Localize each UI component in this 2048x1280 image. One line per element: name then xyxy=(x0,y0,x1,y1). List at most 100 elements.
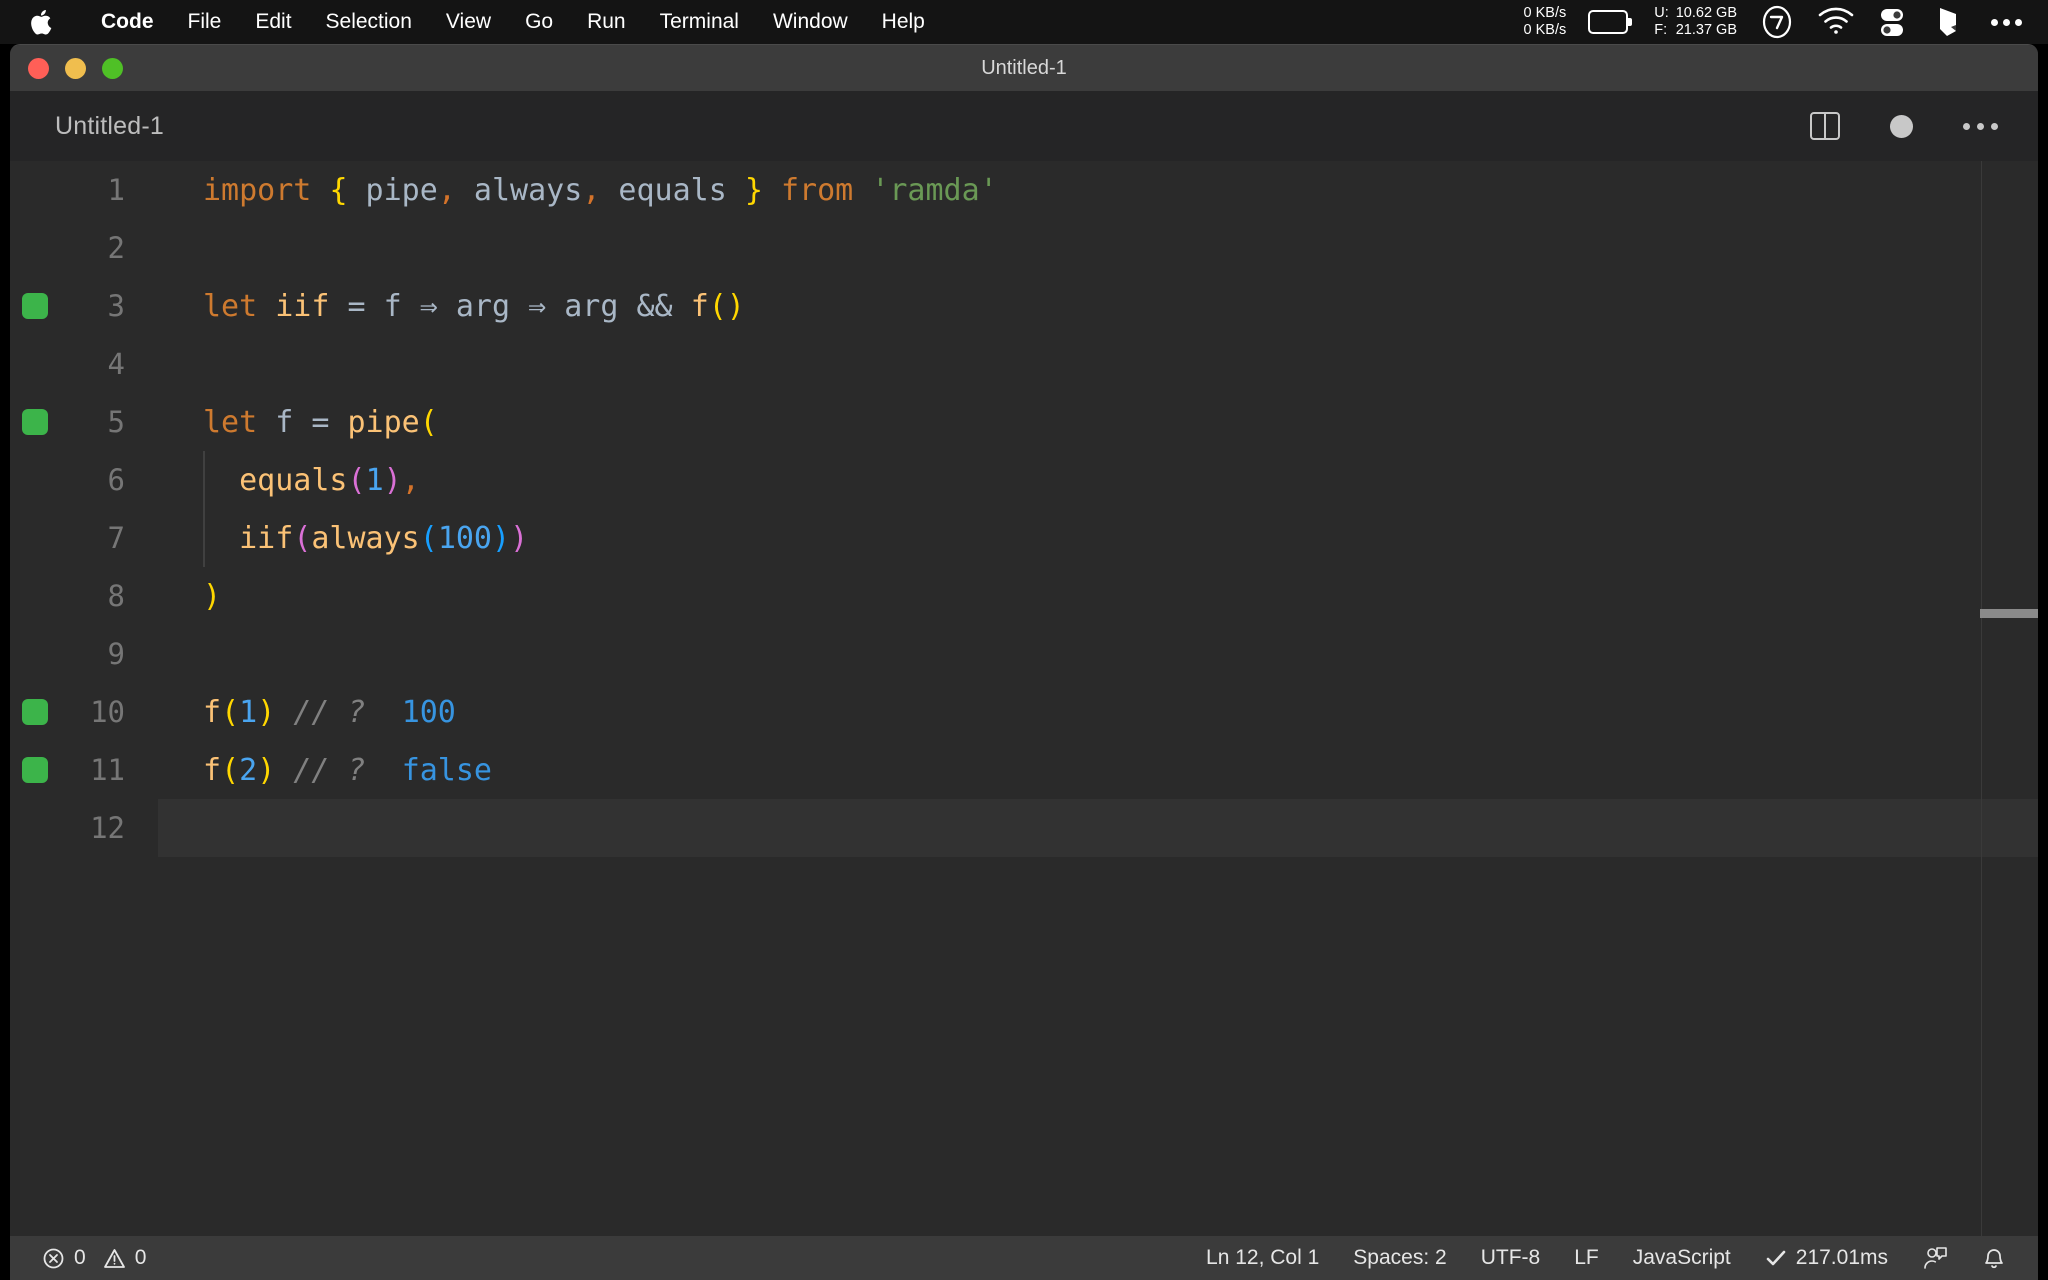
status-bar-right: Ln 12, Col 1 Spaces: 2 UTF-8 LF JavaScri… xyxy=(1206,1245,2038,1271)
code-token: f xyxy=(203,752,222,788)
menu-item-view[interactable]: View xyxy=(429,0,508,44)
menu-item-code[interactable]: Code xyxy=(84,0,171,44)
code-line-content[interactable]: f(1) // ? 100 xyxy=(158,683,2038,741)
menu-item-selection[interactable]: Selection xyxy=(309,0,429,44)
code-line-2[interactable]: 2 xyxy=(10,219,2038,277)
dot-3 xyxy=(2015,18,2022,26)
code-line-3[interactable]: 3 let iif = f ⇒ arg ⇒ arg && f() xyxy=(10,277,2038,335)
status-bar-left: 0 0 xyxy=(10,1246,146,1270)
code-line-content[interactable]: equals(1), xyxy=(158,451,2038,509)
bell-icon[interactable] xyxy=(1982,1245,2006,1271)
gutter-marker-icon[interactable] xyxy=(22,409,48,435)
menu-item-file[interactable]: File xyxy=(171,0,239,44)
code-line-8[interactable]: 8) xyxy=(10,567,2038,625)
line-number: 9 xyxy=(107,637,125,671)
code-line-6[interactable]: 6 equals(1), xyxy=(10,451,2038,509)
network-upload-speed: 0 KB/s xyxy=(1523,5,1567,21)
code-token: ( xyxy=(293,520,312,556)
apple-logo-icon[interactable] xyxy=(28,7,54,37)
memory-values: 10.62 GB 21.37 GB xyxy=(1676,5,1737,39)
minimize-button[interactable] xyxy=(65,57,86,79)
network-speed-indicator[interactable]: 0 KB/s 0 KB/s xyxy=(1524,5,1567,39)
code-line-1[interactable]: 1 import { pipe, always, equals } from 'r… xyxy=(10,161,2038,219)
code-line-4[interactable]: 4 xyxy=(10,335,2038,393)
memory-labels: U: F: xyxy=(1654,5,1669,39)
code-line-content[interactable]: iif(always(100)) xyxy=(158,509,2038,567)
code-line-content[interactable]: f(2) // ? false xyxy=(158,741,2038,799)
more-actions-icon[interactable] xyxy=(1963,122,1998,130)
code-token: f xyxy=(690,288,709,324)
cursor-position[interactable]: Ln 12, Col 1 xyxy=(1206,1246,1319,1270)
editor-minimap-slider[interactable] xyxy=(1980,609,2038,618)
close-button[interactable] xyxy=(28,57,49,79)
code-line-content[interactable]: import { pipe, always, equals } from 'ra… xyxy=(158,161,2038,219)
language-mode[interactable]: JavaScript xyxy=(1633,1246,1731,1270)
code-line-content[interactable] xyxy=(158,335,2038,393)
more-dots-icon[interactable] xyxy=(1991,18,2022,26)
code-line-content[interactable]: ) xyxy=(158,567,2038,625)
encoding-setting[interactable]: UTF-8 xyxy=(1481,1246,1541,1270)
memory-usage-indicator[interactable]: U: F: 10.62 GB 21.37 GB xyxy=(1654,5,1737,39)
dot-2 xyxy=(2003,18,2010,26)
split-editor-icon[interactable] xyxy=(1810,112,1840,140)
code-line-9[interactable]: 9 xyxy=(10,625,2038,683)
code-editor[interactable]: 1 import { pipe, always, equals } from 'r… xyxy=(10,161,2038,1236)
wifi-icon[interactable] xyxy=(1817,5,1854,39)
maximize-button[interactable] xyxy=(102,57,123,79)
code-line-12[interactable]: 12 xyxy=(10,799,2038,857)
code-token: , xyxy=(582,172,601,208)
gutter-marker-icon[interactable] xyxy=(22,699,48,725)
code-token: { xyxy=(329,172,348,208)
code-line-content[interactable] xyxy=(158,625,2038,683)
macos-menu-bar: Code File Edit Selection View Go Run Terminal Wi… xyxy=(0,0,2048,44)
line-number: 1 xyxy=(107,173,125,207)
warning-triangle-icon xyxy=(103,1247,126,1270)
code-token: ) xyxy=(492,520,511,556)
code-line-content[interactable] xyxy=(158,799,2038,857)
code-token: arg xyxy=(455,288,511,324)
menu-bar-items: Code File Edit Selection View Go Run Terminal Wi… xyxy=(0,0,942,44)
eol-setting[interactable]: LF xyxy=(1574,1246,1599,1270)
code-line-content[interactable]: let iif = f ⇒ arg ⇒ arg && f() xyxy=(158,277,2038,335)
siri-icon[interactable] xyxy=(1933,5,1969,39)
code-line-11[interactable]: 11 f(2) // ? false xyxy=(10,741,2038,799)
code-token: = xyxy=(329,288,384,324)
unsaved-changes-icon[interactable] xyxy=(1890,114,1913,138)
battery-icon[interactable] xyxy=(1588,10,1633,34)
tab-untitled-1[interactable]: Untitled-1 xyxy=(10,112,164,141)
code-line-5[interactable]: 5 let f = pipe( xyxy=(10,393,2038,451)
stats-circle-icon[interactable] xyxy=(1759,5,1795,39)
code-token: ) xyxy=(203,578,222,614)
indent-guide xyxy=(203,509,205,567)
menu-item-go[interactable]: Go xyxy=(508,0,570,44)
gutter-marker-icon[interactable] xyxy=(22,293,48,319)
indentation-setting[interactable]: Spaces: 2 xyxy=(1353,1246,1446,1270)
code-token: iif xyxy=(203,520,294,556)
menu-item-terminal[interactable]: Terminal xyxy=(643,0,756,44)
memory-free-label: F: xyxy=(1654,22,1668,38)
editor-scrollbar-track[interactable] xyxy=(1981,161,1982,1236)
quokka-run-status[interactable]: 217.01ms xyxy=(1765,1246,1888,1270)
code-token: equals xyxy=(600,172,745,208)
account-feedback-icon[interactable] xyxy=(1922,1245,1948,1271)
memory-free-value: 21.37 GB xyxy=(1675,22,1737,38)
code-line-7[interactable]: 7 iif(always(100)) xyxy=(10,509,2038,567)
control-center-icon[interactable] xyxy=(1875,5,1911,39)
code-token: always xyxy=(455,172,583,208)
code-line-content[interactable]: let f = pipe( xyxy=(158,393,2038,451)
code-token: () xyxy=(708,288,745,324)
problems-indicator[interactable]: 0 0 xyxy=(42,1246,146,1270)
code-tokens: iif(always(100)) xyxy=(158,521,528,556)
code-line-content[interactable] xyxy=(158,219,2038,277)
menu-item-help[interactable]: Help xyxy=(865,0,942,44)
code-token: // ? xyxy=(293,752,366,788)
gutter-marker-icon[interactable] xyxy=(22,757,48,783)
menu-item-edit[interactable]: Edit xyxy=(238,0,308,44)
code-line-10[interactable]: 10 f(1) // ? 100 xyxy=(10,683,2038,741)
check-icon xyxy=(1765,1248,1787,1268)
menu-item-window[interactable]: Window xyxy=(756,0,865,44)
menu-item-run[interactable]: Run xyxy=(570,0,643,44)
